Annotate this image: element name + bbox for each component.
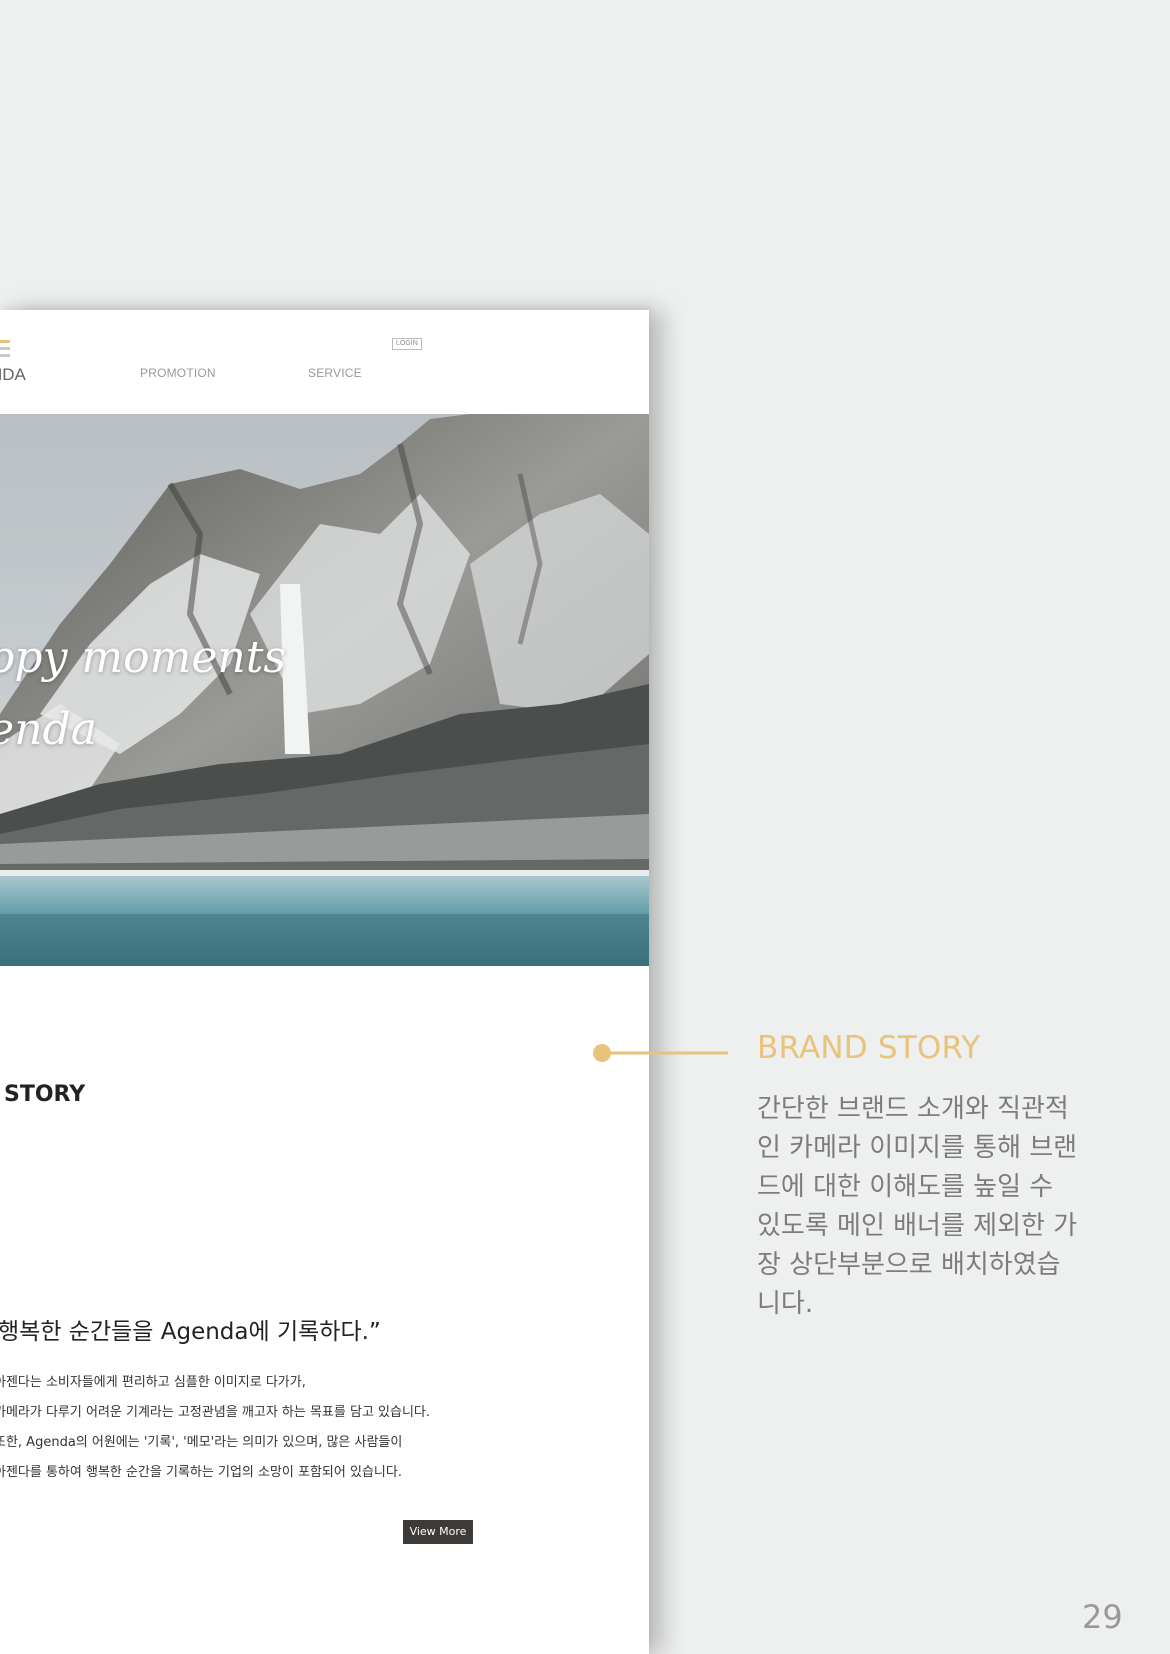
annotation-line: 간단한 브랜드 소개와 직관적 (757, 1094, 1069, 1124)
login-button[interactable]: LOGIN (392, 338, 422, 350)
logo-text: NDA (0, 365, 26, 384)
hero-banner: appy moments genda (0, 414, 649, 966)
nav-promotion[interactable]: PROMOTION (140, 366, 216, 380)
callout-connector (593, 1044, 728, 1062)
annotation-line: 니다. (757, 1289, 814, 1319)
view-more-button[interactable]: View More (403, 1520, 473, 1544)
hero-tagline-line2: genda (0, 704, 97, 755)
page-number: 29 (1082, 1598, 1123, 1636)
annotation-description: 간단한 브랜드 소개와 직관적 인 카메라 이미지를 통해 브랜 드에 대한 이… (757, 1090, 1097, 1324)
website-mockup: NDA PROMOTION SERVICE LOGIN (0, 310, 649, 1654)
logo-mark-icon (0, 340, 10, 357)
nav-service[interactable]: SERVICE (308, 366, 362, 380)
annotation-line: 인 카메라 이미지를 통해 브랜 (757, 1133, 1078, 1163)
story-quote: 행복한 순간들을 Agenda에 기록하다.” (0, 1319, 381, 1345)
hero-tagline-line1: appy moments (0, 632, 286, 683)
story-body: 아젠다는 소비자들에게 편리하고 심플한 이미지로 다가가, 카메라가 다루기 … (0, 1368, 474, 1488)
story-body-line: 아젠다를 통하여 행복한 순간을 기록하는 기업의 소망이 포함되어 있습니다. (0, 1465, 402, 1480)
story-body-line: 카메라가 다루기 어려운 기계라는 고정관념을 깨고자 하는 목표를 담고 있습… (0, 1405, 431, 1420)
annotation-line: 있도록 메인 배너를 제외한 가 (757, 1211, 1078, 1241)
story-body-line: 아젠다는 소비자들에게 편리하고 심플한 이미지로 다가가, (0, 1375, 306, 1390)
story-heading: STORY (4, 1082, 86, 1107)
hero-tagline: appy moments genda (0, 622, 286, 766)
agenda-logo[interactable]: NDA (0, 336, 50, 396)
annotation-line: 드에 대한 이해도를 높일 수 (757, 1172, 1054, 1202)
annotation-title: BRAND STORY (757, 1030, 981, 1066)
story-body-line: 또한, Agenda의 어원에는 '기록', '메모'라는 의미가 있으며, 많… (0, 1435, 403, 1450)
annotation-line: 장 상단부분으로 배치하였습 (757, 1250, 1061, 1280)
